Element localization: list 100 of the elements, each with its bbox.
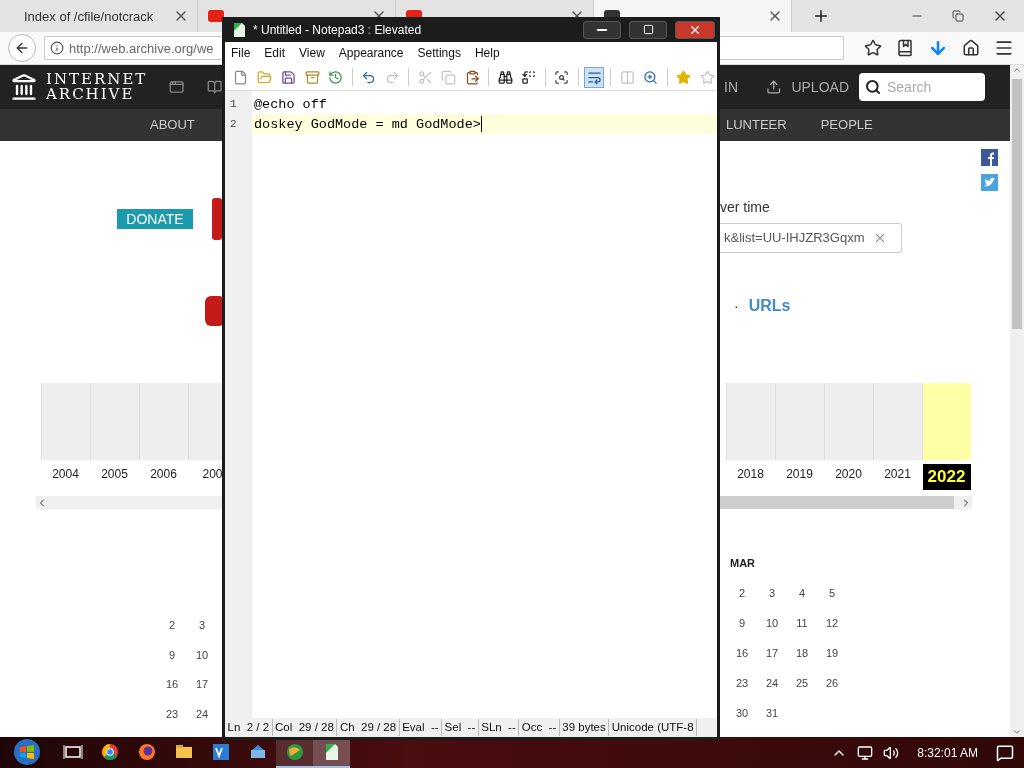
app-icon[interactable] xyxy=(210,741,231,762)
scroll-up-icon[interactable] xyxy=(1012,65,1022,75)
word-wrap-button[interactable] xyxy=(584,66,605,88)
library-icon[interactable] xyxy=(896,39,914,57)
calendar-day[interactable]: 16 xyxy=(157,678,187,708)
site-logo[interactable]: INTERNET ARCHIVE xyxy=(10,71,148,102)
nav-link[interactable]: ABOUT xyxy=(150,117,195,133)
timeline-scrollbar[interactable] xyxy=(720,496,972,510)
calendar-day[interactable]: 18 xyxy=(787,647,817,677)
back-button[interactable] xyxy=(8,34,36,62)
sign-in-link[interactable]: IN xyxy=(724,78,738,95)
calendar-day[interactable]: 19 xyxy=(817,647,847,677)
globe-app-icon[interactable] xyxy=(284,741,305,762)
calendar-day[interactable]: 9 xyxy=(157,648,187,678)
window-title: * Untitled - Notepad3 : Elevated xyxy=(253,22,423,37)
calendar-day[interactable]: 30 xyxy=(727,707,757,737)
browser-icon[interactable] xyxy=(99,741,120,762)
volume-icon[interactable] xyxy=(883,744,900,761)
bookmark-star-icon[interactable] xyxy=(864,39,882,57)
menu-item[interactable]: Edit xyxy=(264,46,286,60)
status-segment: 39 bytes xyxy=(559,719,610,736)
year-label[interactable]: 2005 xyxy=(90,463,139,484)
home-icon[interactable] xyxy=(962,39,980,57)
new-file-icon xyxy=(233,69,249,85)
close-button[interactable] xyxy=(675,20,715,39)
calendar-day[interactable]: 25 xyxy=(787,677,817,707)
menu-item[interactable]: Appearance xyxy=(338,46,404,60)
calendar-day[interactable]: 17 xyxy=(757,647,787,677)
open-folder-icon xyxy=(257,69,273,85)
calendar-day[interactable]: 17 xyxy=(187,678,217,708)
clipboard-icon xyxy=(465,69,480,85)
restore-icon[interactable] xyxy=(952,10,964,22)
calendar-day[interactable]: 2 xyxy=(157,619,187,649)
year-label[interactable]: 2004 xyxy=(41,463,90,484)
line-number: 1 xyxy=(229,97,238,112)
button-edge[interactable] xyxy=(205,295,222,326)
menu-item[interactable]: Help xyxy=(474,46,500,60)
status-segment: Occ -- xyxy=(519,719,560,736)
year-label[interactable]: 2021 xyxy=(873,463,922,484)
status-segment: Sel -- xyxy=(442,719,479,736)
page-scrollbar[interactable] xyxy=(1010,65,1024,737)
calendar-day[interactable]: 31 xyxy=(757,707,787,737)
calendar-day[interactable]: 10 xyxy=(187,648,217,678)
calendar-day[interactable]: 3 xyxy=(757,587,787,617)
calendar-day[interactable]: 2 xyxy=(727,587,757,617)
maximize-button[interactable] xyxy=(629,20,667,39)
calendar-day[interactable]: 23 xyxy=(157,707,187,737)
calendar-day[interactable]: 24 xyxy=(187,707,217,737)
facebook-icon[interactable] xyxy=(981,148,998,166)
menu-item[interactable]: View xyxy=(299,46,325,60)
new-tab-icon[interactable] xyxy=(812,7,830,25)
search-field[interactable]: Search xyxy=(859,72,985,101)
fox-browser-icon[interactable] xyxy=(136,741,157,762)
banner-edge xyxy=(212,197,222,240)
urls-link[interactable]: URLs xyxy=(748,296,791,315)
address-text: http://web.archive.org/we xyxy=(69,40,214,56)
clock-text[interactable]: 8:32:01 AM xyxy=(917,745,978,760)
start-button[interactable] xyxy=(12,736,42,767)
year-label[interactable]: 2006 xyxy=(139,463,188,484)
calendar-day[interactable]: 10 xyxy=(757,617,787,647)
text-editor[interactable]: @echo off doskey GodMode = md GodMode> xyxy=(252,91,717,718)
history-icon xyxy=(328,69,344,85)
info-icon[interactable] xyxy=(50,41,64,55)
year-label[interactable]: 2018 xyxy=(726,463,775,484)
nav-link[interactable]: LUNTEER xyxy=(726,117,787,133)
upload-link[interactable]: UPLOAD xyxy=(791,78,849,95)
video-favicon-icon xyxy=(208,10,224,22)
menu-item[interactable]: File xyxy=(231,46,251,60)
calendar-day[interactable]: 4 xyxy=(787,587,817,617)
minimize-button[interactable] xyxy=(583,20,621,39)
nav-link[interactable]: PEOPLE xyxy=(820,117,873,133)
year-label[interactable]: 2022 xyxy=(922,463,971,490)
calendar-day[interactable]: 9 xyxy=(727,617,757,647)
calendar-day[interactable]: 3 xyxy=(187,619,217,649)
timeline-scrollbar[interactable] xyxy=(36,496,222,510)
scissors-icon xyxy=(417,69,433,85)
year-label[interactable]: 2019 xyxy=(775,463,824,484)
year-label[interactable]: 200 xyxy=(188,463,222,484)
calendar-day[interactable]: 16 xyxy=(727,647,757,677)
menu-item[interactable]: Settings xyxy=(417,46,461,60)
url-field[interactable]: k&list=UU-IHJZR3Gqxm xyxy=(720,222,902,253)
calendar-day[interactable]: 24 xyxy=(757,677,787,707)
scroll-down-icon[interactable] xyxy=(1012,727,1022,737)
bird-icon[interactable] xyxy=(981,173,998,191)
notification-icon[interactable] xyxy=(996,743,1014,762)
caption-text: ver time xyxy=(720,198,770,215)
save-all-icon xyxy=(304,69,320,85)
year-label[interactable]: 2020 xyxy=(824,463,873,484)
calendar-day[interactable]: 23 xyxy=(727,677,757,707)
calendar-day[interactable]: 12 xyxy=(817,617,847,647)
status-segment: Ln 2 / 2 xyxy=(225,719,273,736)
calendar-day[interactable]: 11 xyxy=(787,617,817,647)
calendar-day[interactable]: 26 xyxy=(817,677,847,707)
download-icon[interactable] xyxy=(928,38,948,58)
calendar-day[interactable]: 5 xyxy=(817,587,847,617)
network-icon[interactable] xyxy=(857,744,874,761)
code-line: doskey GodMode = md GodMode> xyxy=(254,116,481,132)
maximize-icon xyxy=(642,24,654,35)
menu-icon[interactable] xyxy=(994,38,1014,58)
star-icon xyxy=(675,69,691,85)
